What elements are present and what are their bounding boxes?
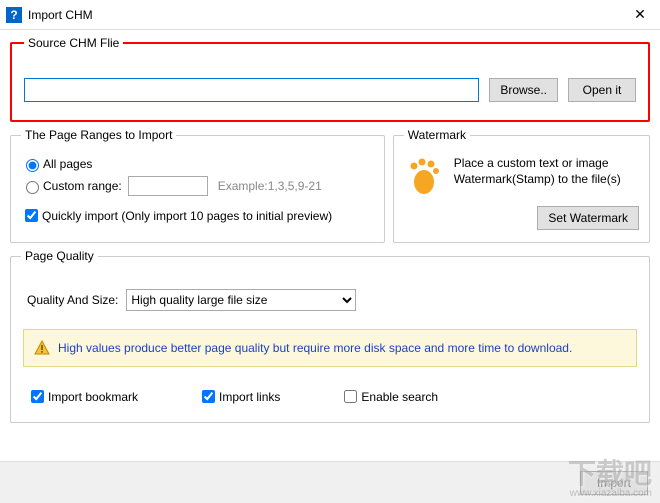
watermark-text: Place a custom text or image Watermark(S…	[454, 156, 639, 187]
all-pages-label: All pages	[43, 157, 92, 171]
quality-label: Quality And Size:	[27, 293, 118, 307]
footprint-icon	[404, 156, 444, 196]
quality-select[interactable]: High quality large file size	[126, 289, 356, 311]
ranges-legend: The Page Ranges to Import	[21, 128, 176, 142]
custom-range-input[interactable]	[128, 176, 208, 196]
import-links-checkbox[interactable]	[202, 390, 215, 403]
quality-legend: Page Quality	[21, 249, 98, 263]
all-pages-radio[interactable]	[26, 159, 39, 172]
watermark-group: Watermark Place a custom text or image W…	[393, 128, 650, 243]
watermark-legend: Watermark	[404, 128, 470, 142]
custom-range-label: Custom range:	[43, 179, 122, 193]
ranges-group: The Page Ranges to Import All pages Cust…	[10, 128, 385, 243]
range-example: Example:1,3,5,9-21	[218, 179, 322, 193]
app-icon: ?	[6, 7, 22, 23]
import-links-label: Import links	[219, 390, 280, 404]
import-button[interactable]: Import	[580, 471, 648, 495]
quality-group: Page Quality Quality And Size: High qual…	[10, 249, 650, 423]
quick-import-label: Quickly import (Only import 10 pages to …	[42, 209, 332, 223]
import-bookmark-checkbox[interactable]	[31, 390, 44, 403]
import-bookmark-label: Import bookmark	[48, 390, 138, 404]
source-group: Source CHM Flie Browse.. Open it	[10, 36, 650, 122]
close-button[interactable]: ✕	[620, 0, 660, 30]
enable-search-checkbox[interactable]	[344, 390, 357, 403]
warning-icon	[34, 340, 50, 356]
enable-search-label: Enable search	[361, 390, 438, 404]
quality-info-text: High values produce better page quality …	[58, 341, 572, 355]
browse-button[interactable]: Browse..	[489, 78, 558, 102]
quality-info-box: High values produce better page quality …	[23, 329, 637, 367]
set-watermark-button[interactable]: Set Watermark	[537, 206, 639, 230]
footer-bar: Import	[0, 461, 660, 503]
custom-range-radio[interactable]	[26, 181, 39, 194]
quick-import-checkbox[interactable]	[25, 209, 38, 222]
titlebar: ? Import CHM ✕	[0, 0, 660, 30]
source-legend: Source CHM Flie	[24, 36, 123, 50]
open-button[interactable]: Open it	[568, 78, 636, 102]
window-title: Import CHM	[28, 8, 620, 22]
source-path-input[interactable]	[24, 78, 479, 102]
